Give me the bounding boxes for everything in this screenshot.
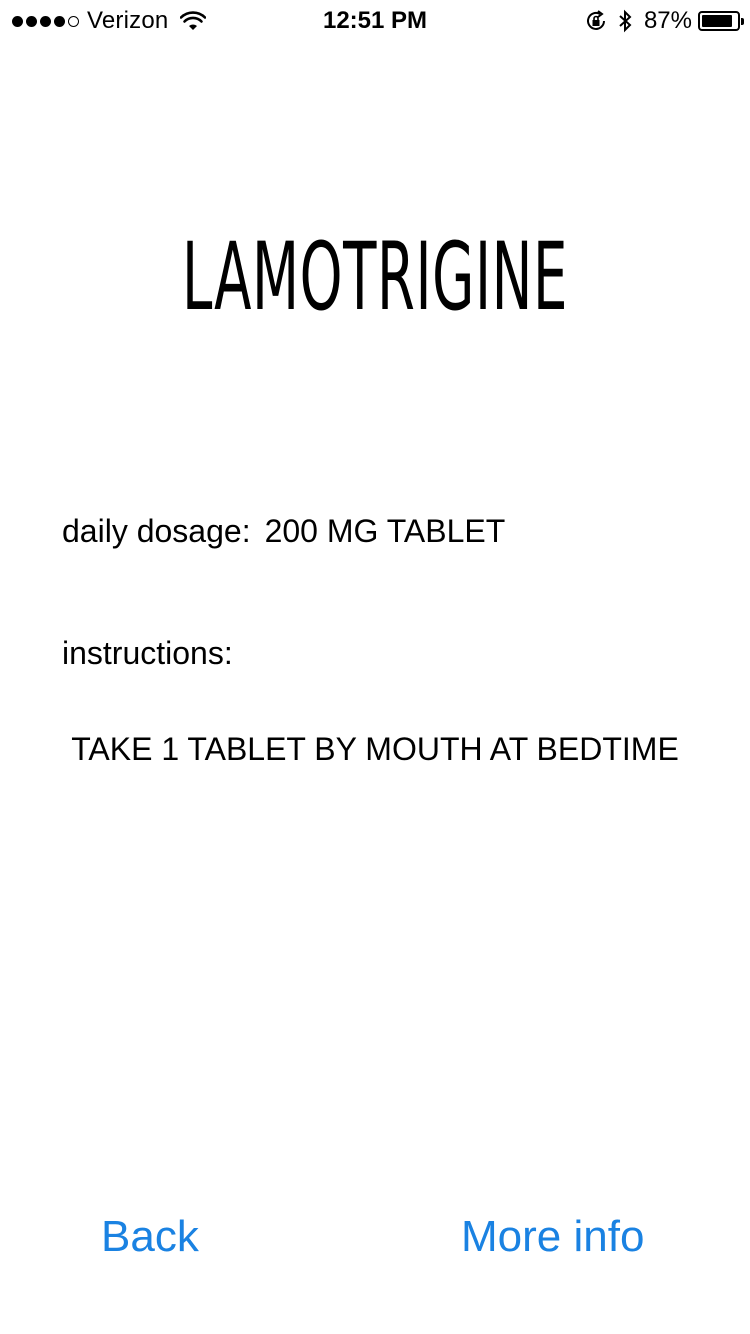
bluetooth-icon	[619, 9, 632, 33]
battery-cap	[741, 18, 744, 25]
dosage-value: 200 MG TABLET	[264, 513, 506, 549]
more-info-button[interactable]: More info	[461, 1210, 644, 1264]
instructions-label: instructions:	[62, 635, 233, 671]
back-button[interactable]: Back	[101, 1210, 199, 1264]
dosage-label: daily dosage:	[62, 513, 251, 549]
instructions-text: TAKE 1 TABLET BY MOUTH AT BEDTIME	[71, 731, 679, 767]
status-right: 87%	[584, 6, 744, 36]
battery-icon	[698, 11, 744, 31]
dosage-row: daily dosage: 200 MG TABLET	[62, 511, 505, 551]
status-bar: Verizon 12:51 PM 87%	[0, 0, 750, 40]
rotation-lock-icon	[586, 10, 605, 30]
battery-percent: 87%	[643, 7, 692, 34]
drug-name-title: LAMOTRIGINE	[181, 222, 569, 332]
battery-fill	[702, 15, 732, 27]
